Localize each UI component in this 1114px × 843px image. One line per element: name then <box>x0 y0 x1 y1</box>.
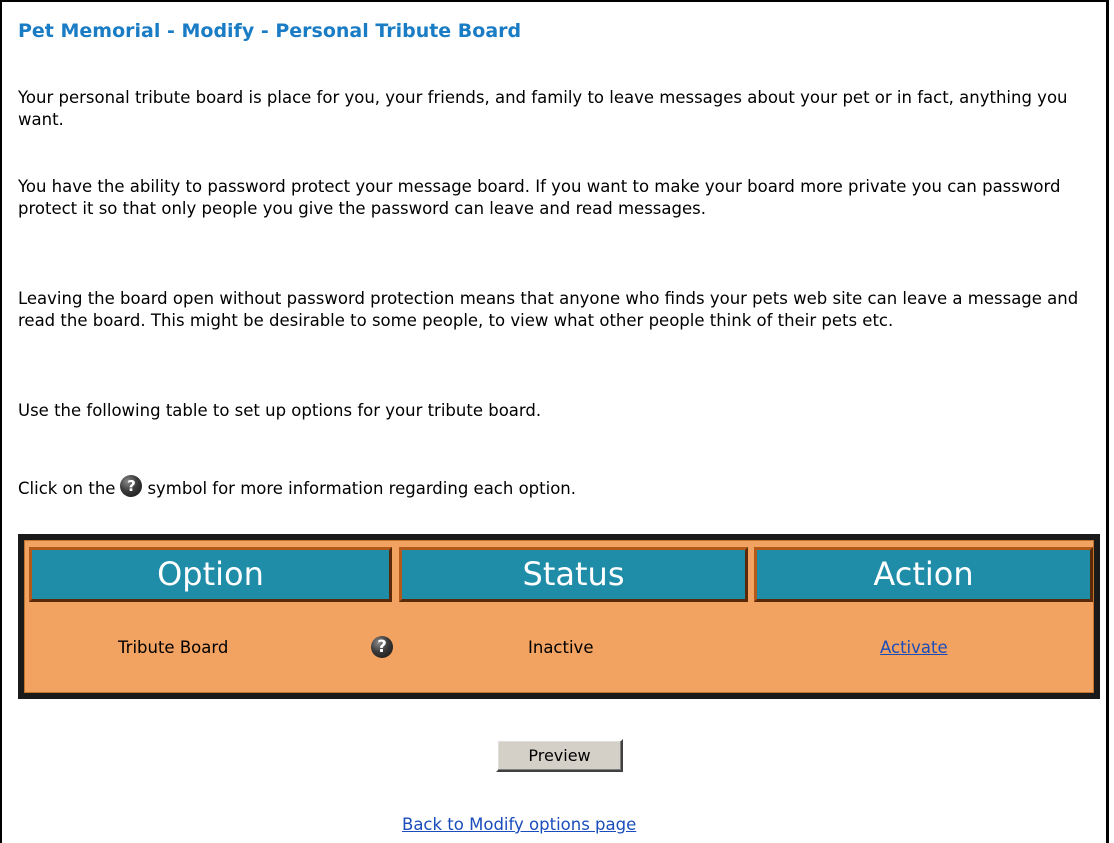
intro-paragraph-2: You have the ability to password protect… <box>18 177 1061 218</box>
option-status: Inactive <box>528 638 594 657</box>
back-to-modify-link[interactable]: Back to Modify options page <box>402 815 636 834</box>
help-hint-text-after: symbol for more information regarding ea… <box>147 479 577 498</box>
preview-button[interactable]: Preview <box>496 739 623 772</box>
page-title: Pet Memorial - Modify - Personal Tribute… <box>18 20 522 42</box>
column-header-option: Option <box>29 547 392 602</box>
option-name: Tribute Board <box>118 638 229 657</box>
column-header-status: Status <box>399 547 748 602</box>
intro-paragraph-1: Your personal tribute board is place for… <box>18 88 1068 129</box>
help-hint-text-before: Click on the <box>18 479 116 498</box>
intro-paragraph-4: Use the following table to set up option… <box>18 401 542 420</box>
intro-paragraph-5: Click on the ? symbol for more informati… <box>18 475 1093 500</box>
options-table: Option Status Action Tribute Board ? Ina… <box>18 534 1100 699</box>
options-table-body: Option Status Action Tribute Board ? Ina… <box>24 540 1094 693</box>
activate-link[interactable]: Activate <box>880 637 948 659</box>
column-header-action: Action <box>754 547 1093 602</box>
help-icon: ? <box>120 475 143 497</box>
intro-paragraph-3: Leaving the board open without password … <box>18 289 1079 330</box>
tribute-board-help-icon[interactable]: ? <box>371 636 393 658</box>
